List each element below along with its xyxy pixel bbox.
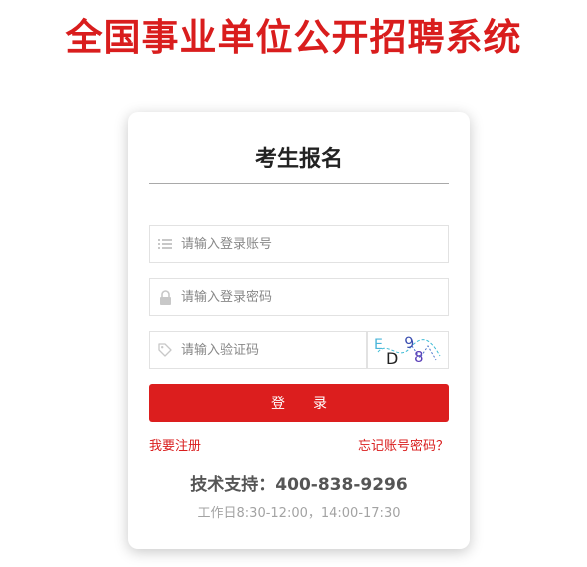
- captcha-graphic: E D 9 8: [374, 333, 441, 368]
- tag-icon: [150, 332, 180, 368]
- password-input[interactable]: [180, 279, 448, 315]
- captcha-field[interactable]: [149, 331, 367, 369]
- svg-text:E: E: [374, 337, 383, 353]
- username-input[interactable]: [180, 226, 448, 262]
- svg-text:8: 8: [414, 348, 424, 366]
- login-page: 全国事业单位公开招聘系统 考生报名 请输入登录账号 请输入验证码 E D 9 8…: [0, 0, 587, 567]
- support-phone: 技术支持：400-838-9296: [190, 475, 408, 495]
- card-title: 考生报名: [254, 147, 343, 172]
- login-card: 考生报名 请输入登录账号 请输入验证码 E D 9 8 登录 我要注册 忘记账号…: [128, 112, 470, 549]
- site-title: 全国事业单位公开招聘系统: [65, 16, 522, 59]
- username-field[interactable]: [149, 225, 449, 263]
- password-field[interactable]: [149, 278, 449, 316]
- title-divider: [149, 183, 449, 184]
- register-link[interactable]: 我要注册: [149, 438, 201, 456]
- login-button[interactable]: 登录: [149, 384, 449, 422]
- svg-text:D: D: [386, 349, 398, 368]
- list-icon: [150, 226, 180, 262]
- captcha-image[interactable]: E D 9 8: [367, 331, 449, 369]
- forgot-password-link[interactable]: 忘记账号密码？: [358, 438, 449, 456]
- working-hours: 工作日8:30-12:00，14:00-17:30: [197, 506, 401, 521]
- captcha-input[interactable]: [180, 332, 366, 368]
- lock-icon: [150, 279, 180, 315]
